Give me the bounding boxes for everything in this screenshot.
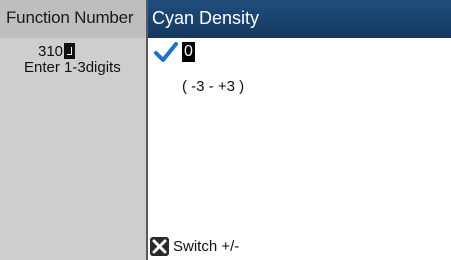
density-value-option[interactable]: 0 — [154, 40, 195, 64]
cyan-density-dialog: Cyan Density 0 ( -3 - +3 ) Switch +/- — [148, 0, 451, 260]
dialog-title-bar: Cyan Density — [148, 0, 451, 38]
x-button-icon — [150, 236, 169, 256]
function-number-panel: Function Number 310 Enter 1-3digits — [0, 0, 146, 260]
switch-sign-button[interactable]: Switch +/- — [150, 235, 239, 257]
function-number-value: 310 — [38, 42, 64, 60]
density-range: ( -3 - +3 ) — [182, 78, 245, 95]
function-number-hint: Enter 1-3digits — [24, 59, 121, 76]
switch-sign-label: Switch +/- — [173, 237, 240, 255]
function-number-input[interactable]: 310 — [38, 42, 76, 60]
function-number-title-bar: Function Number — [0, 0, 146, 38]
function-number-title: Function Number — [6, 8, 134, 27]
density-value[interactable]: 0 — [182, 42, 195, 62]
dialog-title: Cyan Density — [152, 8, 260, 28]
check-icon — [154, 42, 178, 62]
enter-return-icon — [64, 43, 76, 59]
